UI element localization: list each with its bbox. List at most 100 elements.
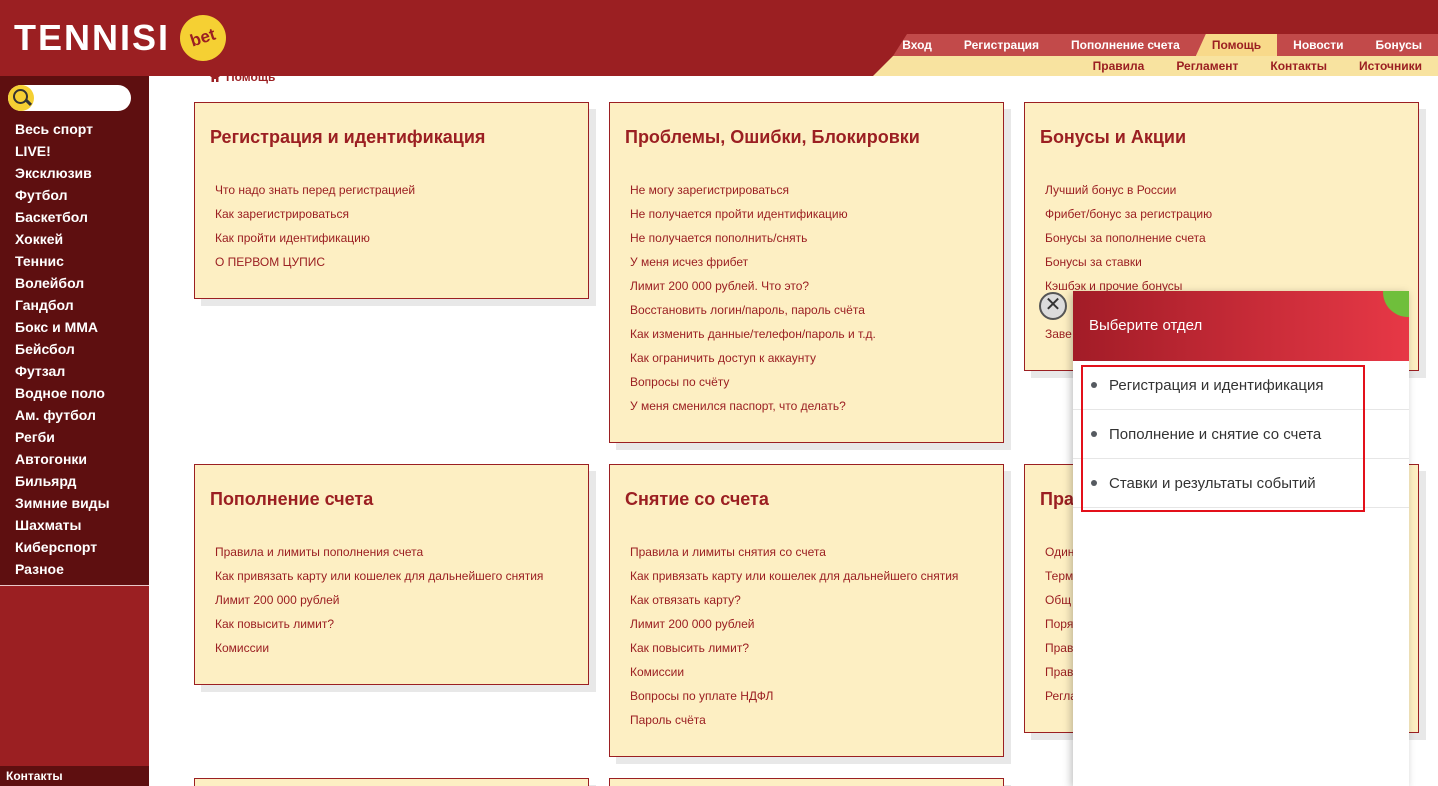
- card-partial: [194, 778, 589, 786]
- faq-link[interactable]: Как зарегистрироваться: [215, 202, 573, 226]
- sidebar-item-american-football[interactable]: Ам. футбол: [15, 404, 110, 426]
- faq-link[interactable]: Бонусы за пополнение счета: [1045, 226, 1403, 250]
- card-withdrawal: Снятие со счета Правила и лимиты снятия …: [609, 464, 1004, 757]
- faq-link[interactable]: Вопросы по уплате НДФЛ: [630, 684, 988, 708]
- faq-link[interactable]: Не получается пройти идентификацию: [630, 202, 988, 226]
- faq-link[interactable]: Как привязать карту или кошелек для даль…: [215, 564, 573, 588]
- sidebar-item-winter-sports[interactable]: Зимние виды: [15, 492, 110, 514]
- faq-link[interactable]: Лимит 200 000 рублей: [215, 588, 573, 612]
- sidebar-item-billiards[interactable]: Бильярд: [15, 470, 110, 492]
- faq-link[interactable]: Как отвязать карту?: [630, 588, 988, 612]
- faq-link[interactable]: Как изменить данные/телефон/пароль и т.д…: [630, 322, 988, 346]
- popup-title: Выберите отдел: [1089, 317, 1203, 334]
- sidebar-item-water-polo[interactable]: Водное поло: [15, 382, 110, 404]
- card-problems: Проблемы, Ошибки, Блокировки Не могу зар…: [609, 102, 1004, 443]
- bullet-icon: [1091, 382, 1097, 388]
- sidebar: Весь спорт LIVE! Эксклюзив Футбол Баскет…: [0, 76, 149, 786]
- subnav-contacts[interactable]: Контакты: [1254, 56, 1343, 76]
- sidebar-item-esports[interactable]: Киберспорт: [15, 536, 110, 558]
- sidebar-item-live[interactable]: LIVE!: [15, 140, 110, 162]
- sidebar-item-all-sports[interactable]: Весь спорт: [15, 118, 110, 140]
- header: TENNISI bet Вход Регистрация Пополнение …: [0, 0, 1438, 76]
- sidebar-item-chess[interactable]: Шахматы: [15, 514, 110, 536]
- subnav-regulations[interactable]: Регламент: [1160, 56, 1254, 76]
- search-icon[interactable]: [8, 85, 34, 111]
- nav-deposit[interactable]: Пополнение счета: [1055, 34, 1196, 56]
- sidebar-item-hockey[interactable]: Хоккей: [15, 228, 110, 250]
- close-popup-button[interactable]: ✕: [1039, 292, 1067, 320]
- sidebar-contacts-link[interactable]: Контакты: [0, 766, 149, 786]
- department-option[interactable]: Регистрация и идентификация: [1073, 361, 1409, 410]
- faq-link[interactable]: У меня сменился паспорт, что делать?: [630, 394, 988, 418]
- nav-help[interactable]: Помощь: [1195, 34, 1278, 56]
- sidebar-item-tennis[interactable]: Теннис: [15, 250, 110, 272]
- sidebar-item-handball[interactable]: Гандбол: [15, 294, 110, 316]
- department-option[interactable]: Ставки и результаты событий: [1073, 459, 1409, 508]
- faq-link[interactable]: Правила и лимиты снятия со счета: [630, 540, 988, 564]
- faq-link[interactable]: Комиссии: [215, 636, 573, 660]
- card-registration: Регистрация и идентификация Что надо зна…: [194, 102, 589, 299]
- sidebar-item-football[interactable]: Футбол: [15, 184, 110, 206]
- faq-link[interactable]: Как привязать карту или кошелек для даль…: [630, 564, 988, 588]
- faq-link[interactable]: О ПЕРВОМ ЦУПИС: [215, 250, 573, 274]
- sidebar-item-other[interactable]: Разное: [15, 558, 110, 580]
- faq-link[interactable]: Правила и лимиты пополнения счета: [215, 540, 573, 564]
- bullet-icon: [1091, 431, 1097, 437]
- home-icon: [210, 72, 220, 82]
- department-popup: Выберите отдел Регистрация и идентификац…: [1073, 291, 1409, 786]
- faq-link[interactable]: Как пройти идентификацию: [215, 226, 573, 250]
- faq-link[interactable]: Вопросы по счёту: [630, 370, 988, 394]
- faq-link[interactable]: Фрибет/бонус за регистрацию: [1045, 202, 1403, 226]
- sidebar-sports-panel: Весь спорт LIVE! Эксклюзив Футбол Баскет…: [0, 76, 149, 586]
- faq-link[interactable]: У меня исчез фрибет: [630, 250, 988, 274]
- faq-link[interactable]: Как повысить лимит?: [215, 612, 573, 636]
- sub-nav: Правила Регламент Контакты Источники: [1077, 56, 1438, 76]
- logo-text: TENNISI: [14, 17, 171, 58]
- option-label: Регистрация и идентификация: [1109, 376, 1324, 394]
- breadcrumb-label: Помощь: [226, 70, 276, 84]
- faq-link[interactable]: Не получается пополнить/снять: [630, 226, 988, 250]
- faq-link[interactable]: Лимит 200 000 рублей: [630, 612, 988, 636]
- faq-link[interactable]: Лучший бонус в России: [1045, 178, 1403, 202]
- card-title: Снятие со счета: [625, 489, 769, 509]
- sidebar-item-exclusive[interactable]: Эксклюзив: [15, 162, 110, 184]
- department-options: Регистрация и идентификация Пополнение и…: [1073, 361, 1409, 508]
- sidebar-item-volleyball[interactable]: Волейбол: [15, 272, 110, 294]
- sidebar-item-futsal[interactable]: Футзал: [15, 360, 110, 382]
- subnav-rules[interactable]: Правила: [1077, 56, 1161, 76]
- card-title: Проблемы, Ошибки, Блокировки: [625, 127, 920, 147]
- nav-bonuses[interactable]: Бонусы: [1360, 34, 1438, 56]
- sidebar-item-baseball[interactable]: Бейсбол: [15, 338, 110, 360]
- leaf-decoration: [1383, 291, 1409, 317]
- faq-link[interactable]: Как ограничить доступ к аккаунту: [630, 346, 988, 370]
- department-option[interactable]: Пополнение и снятие со счета: [1073, 410, 1409, 459]
- faq-link[interactable]: Что надо знать перед регистрацией: [215, 178, 573, 202]
- nav-registration[interactable]: Регистрация: [948, 34, 1055, 56]
- faq-link[interactable]: Лимит 200 000 рублей. Что это?: [630, 274, 988, 298]
- card-partial: [609, 778, 1004, 786]
- sidebar-item-boxing-mma[interactable]: Бокс и ММА: [15, 316, 110, 338]
- logo[interactable]: TENNISI bet: [14, 9, 232, 67]
- sport-list: Весь спорт LIVE! Эксклюзив Футбол Баскет…: [15, 118, 110, 580]
- bullet-icon: [1091, 480, 1097, 486]
- faq-link[interactable]: Как повысить лимит?: [630, 636, 988, 660]
- faq-link[interactable]: Комиссии: [630, 660, 988, 684]
- faq-link[interactable]: Пароль счёта: [630, 708, 988, 732]
- popup-header: Выберите отдел: [1073, 291, 1409, 361]
- search-input[interactable]: [8, 85, 131, 111]
- card-title: Бонусы и Акции: [1040, 127, 1187, 147]
- option-label: Ставки и результаты событий: [1109, 474, 1316, 492]
- subnav-sources[interactable]: Источники: [1343, 56, 1438, 76]
- faq-link[interactable]: Бонусы за ставки: [1045, 250, 1403, 274]
- nav-news[interactable]: Новости: [1277, 34, 1359, 56]
- nav-login[interactable]: Вход: [886, 34, 948, 56]
- option-label: Пополнение и снятие со счета: [1109, 425, 1322, 443]
- breadcrumb[interactable]: Помощь: [210, 70, 275, 84]
- faq-link[interactable]: Восстановить логин/пароль, пароль счёта: [630, 298, 988, 322]
- sidebar-item-rugby[interactable]: Регби: [15, 426, 110, 448]
- logo-badge: bet: [174, 9, 232, 67]
- sidebar-item-motorsport[interactable]: Автогонки: [15, 448, 110, 470]
- sidebar-item-basketball[interactable]: Баскетбол: [15, 206, 110, 228]
- faq-link[interactable]: Не могу зарегистрироваться: [630, 178, 988, 202]
- card-deposit: Пополнение счета Правила и лимиты пополн…: [194, 464, 589, 685]
